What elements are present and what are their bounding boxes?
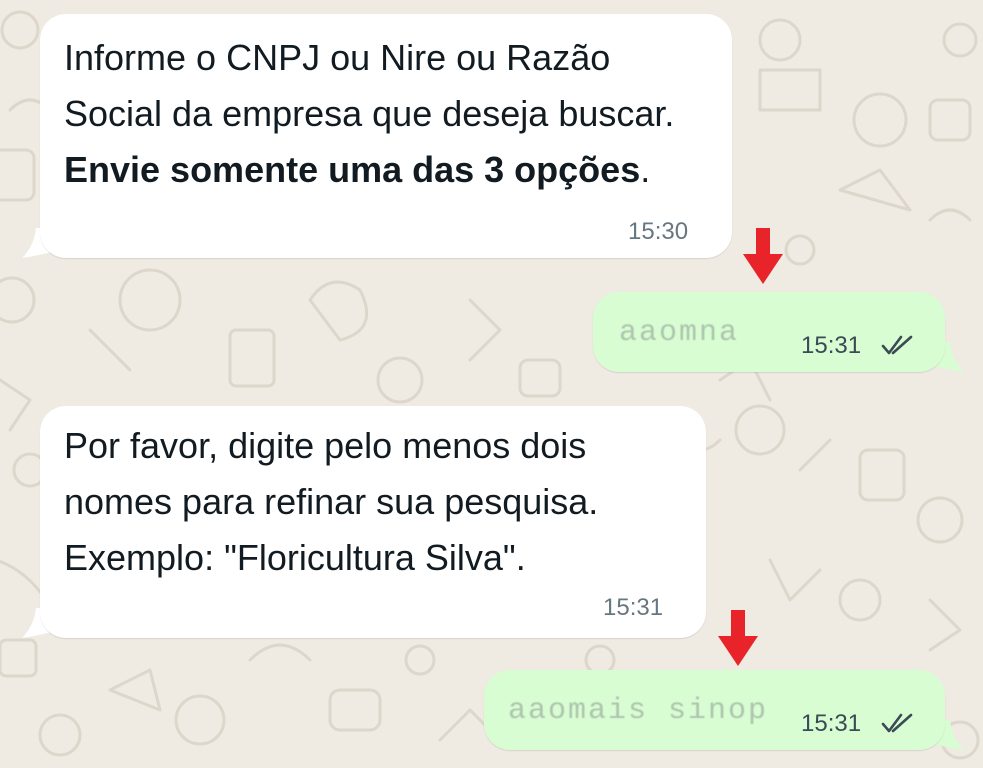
double-check-icon xyxy=(881,713,913,733)
red-down-arrow-icon xyxy=(718,610,758,666)
message-timestamp: 15:31 xyxy=(603,594,664,621)
message-timestamp: 15:31 xyxy=(801,332,862,359)
message-bubble-outgoing[interactable]: aaomais sinop 15:31 xyxy=(484,670,945,750)
message-text: Por favor, digite pelo menos dois nomes … xyxy=(64,425,609,578)
message-bubble-incoming[interactable]: Informe o CNPJ ou Nire ou Razão Social d… xyxy=(40,14,732,258)
message-bubble-incoming[interactable]: Por favor, digite pelo menos dois nomes … xyxy=(40,406,706,638)
redacted-message-text: aaomna xyxy=(619,316,740,350)
message-text: Informe o CNPJ ou Nire ou Razão Social d… xyxy=(64,37,685,190)
message-bubble-outgoing[interactable]: aaomna 15:31 xyxy=(593,292,945,372)
double-check-icon xyxy=(881,335,913,355)
redacted-message-text: aaomais sinop xyxy=(508,694,769,728)
message-timestamp: 15:31 xyxy=(801,710,862,737)
red-down-arrow-icon xyxy=(743,228,783,284)
message-timestamp: 15:30 xyxy=(628,218,689,245)
